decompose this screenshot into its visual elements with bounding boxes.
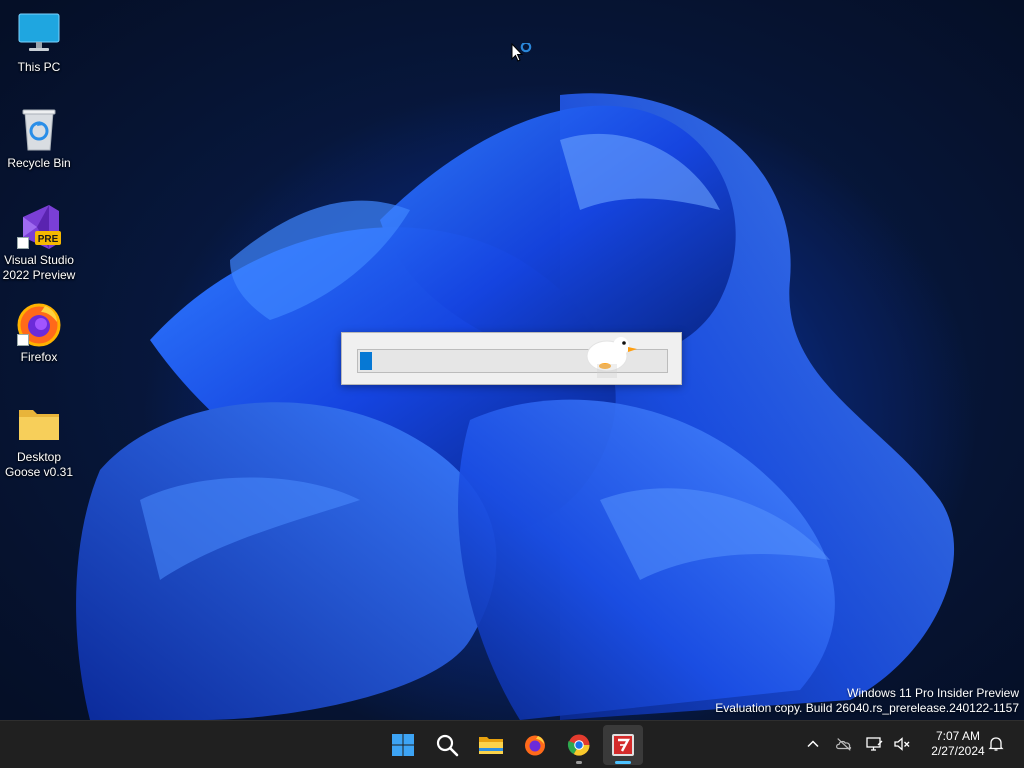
app-7zip-taskbar-button[interactable] xyxy=(603,725,643,765)
busy-cursor-icon xyxy=(511,43,532,62)
desktop-icon-firefox[interactable]: Firefox xyxy=(1,300,77,365)
volume-muted-icon[interactable] xyxy=(893,735,911,753)
taskbar: 7:07 AM 2/27/2024 xyxy=(0,720,1024,768)
search-button[interactable] xyxy=(427,725,467,765)
7zip-icon xyxy=(612,734,634,756)
watermark-line-2: Evaluation copy. Build 26040.rs_prerelea… xyxy=(715,701,1019,715)
desktop-icon-label: Visual Studio 2022 Preview xyxy=(2,253,76,282)
visual-studio-preview-icon: PRE xyxy=(15,203,63,251)
start-button[interactable] xyxy=(383,725,423,765)
firefox-icon xyxy=(525,735,545,756)
evaluation-watermark: Windows 11 Pro Insider Preview Evaluatio… xyxy=(715,686,1019,716)
desktop[interactable]: This PC Recycle Bin PRE Visual Studio 20… xyxy=(0,0,1024,720)
watermark-line-1: Windows 11 Pro Insider Preview xyxy=(847,686,1019,700)
windows-logo-icon xyxy=(392,734,414,756)
shortcut-arrow-icon xyxy=(17,237,29,249)
desktop-icon-this-pc[interactable]: This PC xyxy=(1,10,77,75)
notification-bell-icon[interactable] xyxy=(987,735,1005,753)
desktop-icon-label: This PC xyxy=(17,60,61,74)
desktop-icon-label: Recycle Bin xyxy=(7,156,71,170)
active-indicator xyxy=(615,761,631,764)
running-indicator xyxy=(576,761,582,764)
svg-text:PRE: PRE xyxy=(38,234,59,245)
desktop-icon-label: Firefox xyxy=(20,350,58,364)
search-icon xyxy=(436,734,459,757)
clock-date: 2/27/2024 xyxy=(931,744,985,758)
progress-bar-fill xyxy=(360,352,373,370)
chevron-up-icon[interactable] xyxy=(804,735,822,753)
onedrive-offline-icon[interactable] xyxy=(835,735,853,753)
file-explorer-icon xyxy=(479,737,503,754)
goose-sprite[interactable] xyxy=(585,330,641,380)
folder-icon xyxy=(15,400,63,448)
desktop-icon-visual-studio[interactable]: PRE Visual Studio 2022 Preview xyxy=(1,203,77,283)
desktop-icon-desktop-goose[interactable]: Desktop Goose v0.31 xyxy=(1,400,77,480)
firefox-taskbar-button[interactable] xyxy=(515,725,555,765)
desktop-icon-label: Desktop Goose v0.31 xyxy=(4,450,74,479)
shortcut-arrow-icon xyxy=(17,334,29,346)
monitor-icon xyxy=(15,10,63,58)
taskbar-clock[interactable]: 7:07 AM 2/27/2024 xyxy=(918,729,998,759)
recycle-bin-icon xyxy=(15,106,63,154)
chrome-icon xyxy=(567,734,590,756)
network-icon[interactable] xyxy=(866,735,884,753)
chrome-taskbar-button[interactable] xyxy=(559,725,599,765)
clock-time: 7:07 AM xyxy=(935,729,981,743)
file-explorer-button[interactable] xyxy=(471,725,511,765)
desktop-icon-recycle-bin[interactable]: Recycle Bin xyxy=(1,106,77,171)
firefox-icon xyxy=(15,300,63,348)
